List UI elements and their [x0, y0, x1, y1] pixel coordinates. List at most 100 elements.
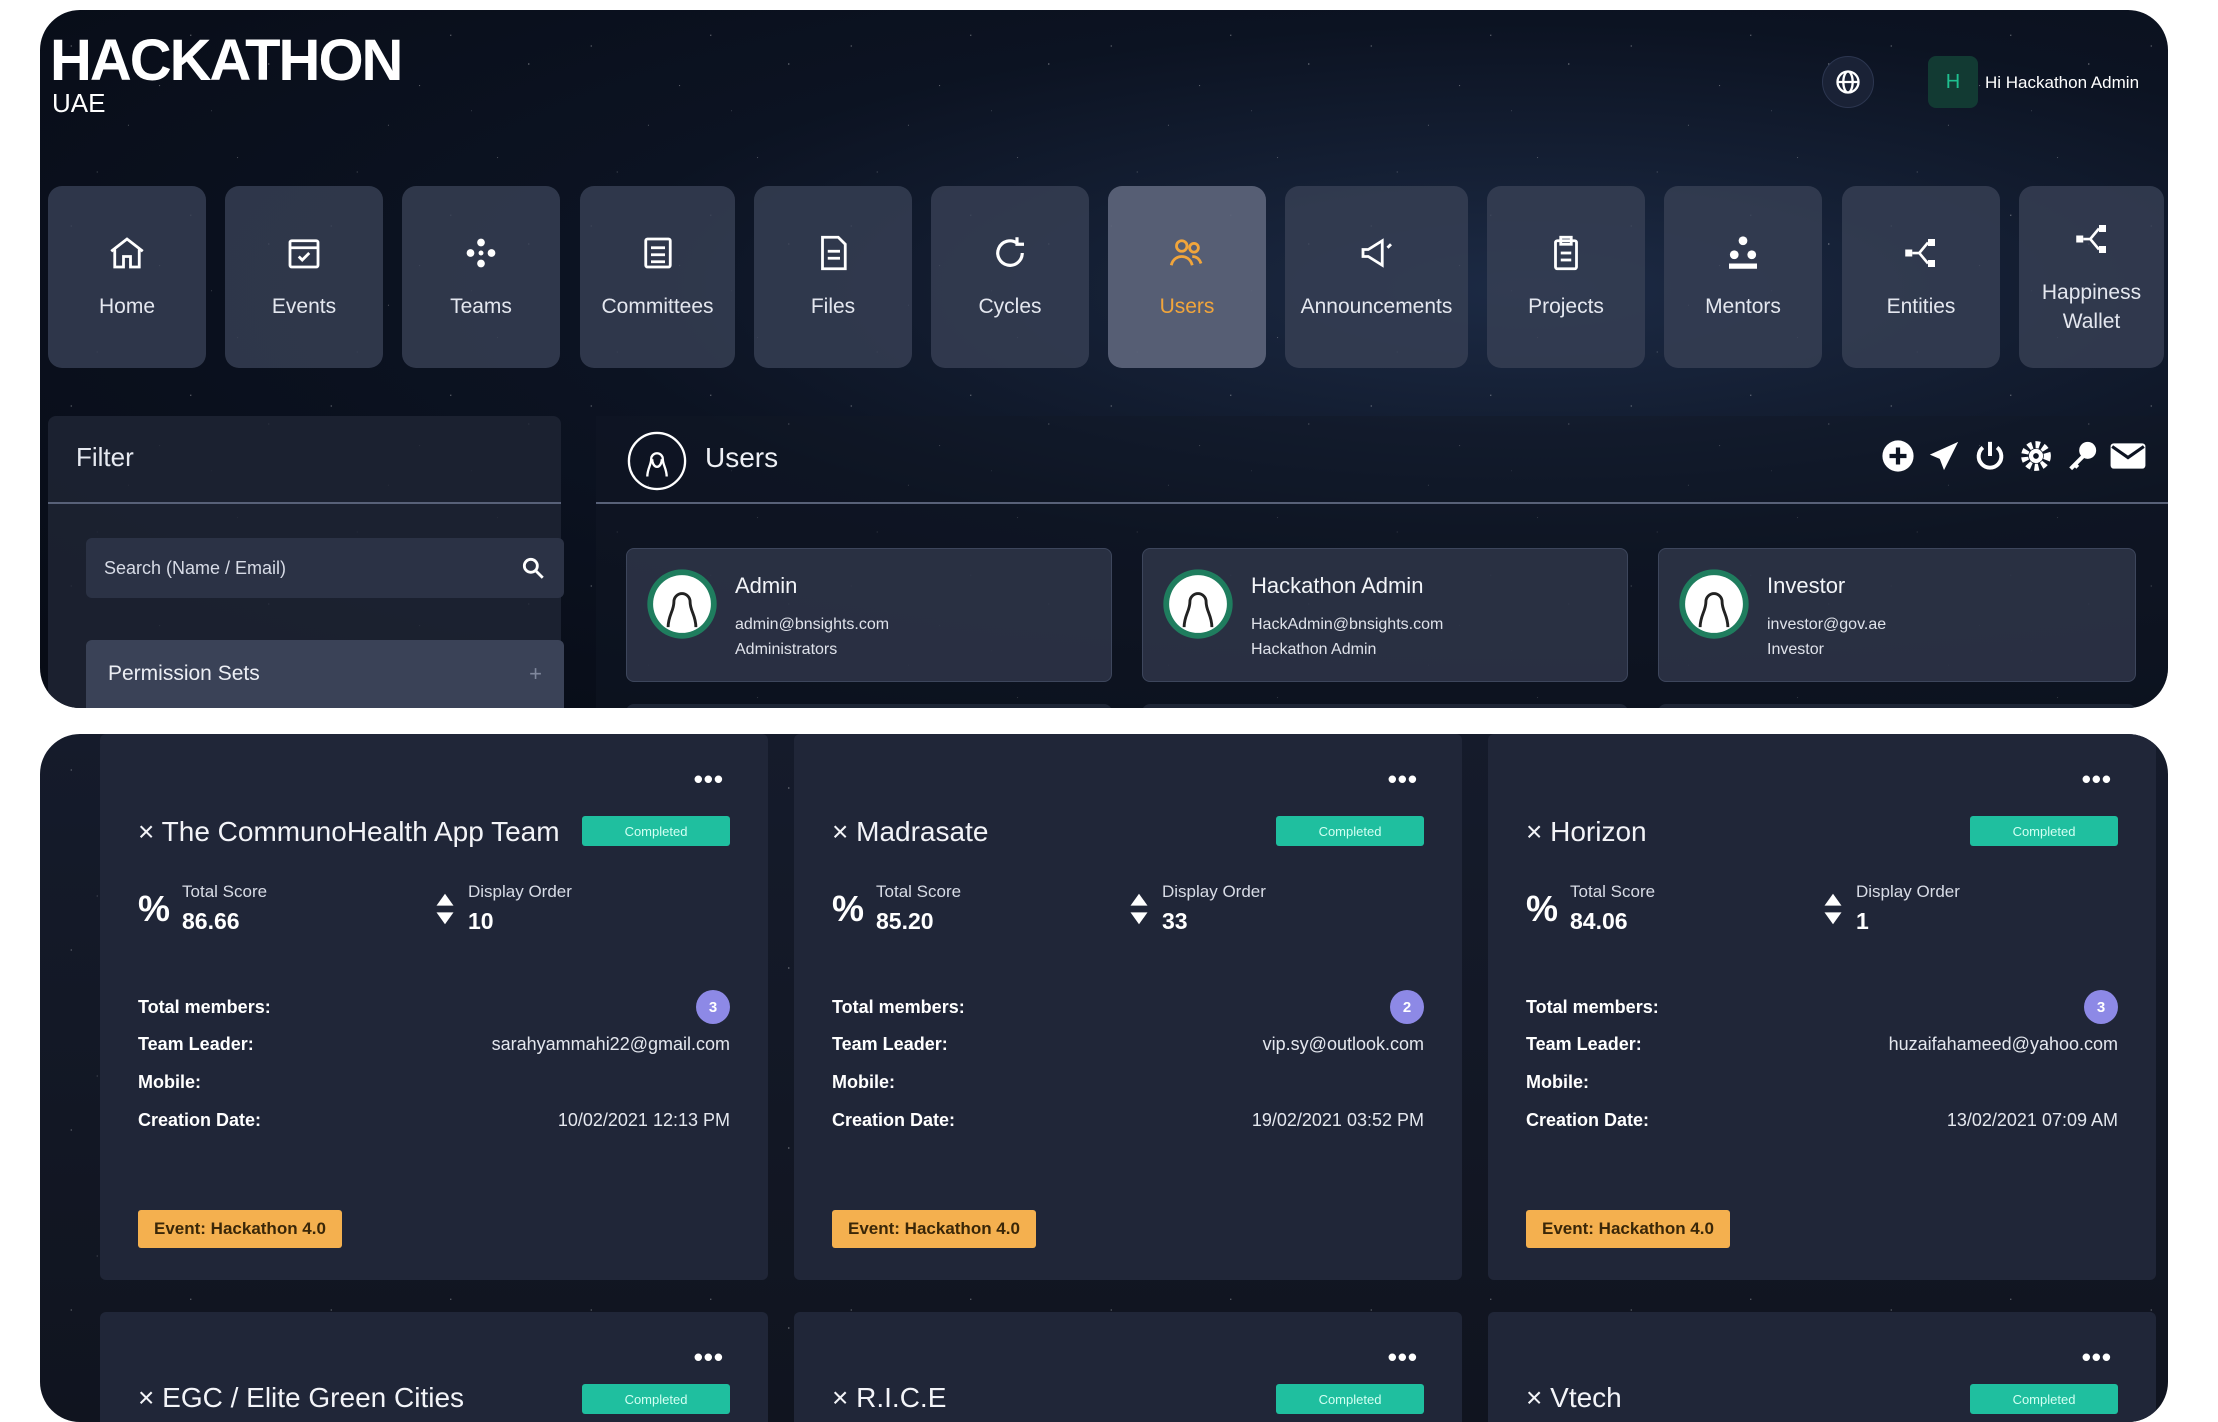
- user-greeting[interactable]: Hi Hackathon Admin: [1985, 73, 2165, 93]
- user-avatar-icon: [1679, 569, 1749, 639]
- nav-label: Entities: [1886, 295, 1956, 319]
- language-globe-button[interactable]: [1822, 56, 1874, 108]
- expand-plus-icon[interactable]: +: [529, 661, 542, 687]
- user-email: investor@gov.ae: [1767, 616, 1887, 633]
- clipboard-icon: [1554, 236, 1578, 271]
- status-badge: Completed: [1276, 816, 1424, 846]
- permission-sets-accordion[interactable]: Permission Sets +: [86, 640, 564, 708]
- team-name: × R.I.C.E: [832, 1382, 947, 1413]
- team-card: ••• × Vtech Completed: [1488, 1312, 2156, 1422]
- top-screenshot-panel: HACKATHON UAE H Hi Hackathon Admin Home …: [40, 10, 2168, 708]
- user-card-partial: [626, 704, 1112, 708]
- nav-teams[interactable]: Teams: [402, 186, 560, 368]
- users-icon: [1169, 239, 1203, 266]
- nav-entities[interactable]: Entities: [1842, 186, 2000, 368]
- total-members-row: Total members: 2: [832, 990, 1424, 1024]
- more-options-button[interactable]: •••: [1388, 764, 1418, 795]
- event-badge[interactable]: Event: Hackathon 4.0: [1526, 1210, 1730, 1248]
- filter-divider: [48, 502, 561, 504]
- total-score: % Total Score 84.06: [1526, 882, 1656, 934]
- hackathon-logo[interactable]: HACKATHON: [50, 32, 403, 90]
- mobile-row: Mobile:: [138, 1072, 201, 1092]
- status-badge: Completed: [1276, 1384, 1424, 1414]
- percent-icon: %: [138, 887, 171, 929]
- close-icon[interactable]: ×: [138, 1382, 154, 1413]
- nav-files[interactable]: Files: [754, 186, 912, 368]
- user-card[interactable]: Admin admin@bnsights.com Administrators: [626, 548, 1112, 682]
- more-options-button[interactable]: •••: [2082, 764, 2112, 795]
- total-score-value: 84.06: [1570, 908, 1628, 934]
- close-icon[interactable]: ×: [1526, 1382, 1542, 1413]
- user-name: Investor: [1767, 573, 1846, 598]
- percent-icon: %: [832, 887, 865, 929]
- envelope-icon[interactable]: [2108, 436, 2148, 476]
- team-name: × Vtech: [1526, 1382, 1622, 1413]
- display-order: Display Order 33: [1128, 882, 1266, 935]
- creation-date: 19/02/2021 03:52 PM: [1251, 1110, 1424, 1130]
- users-divider: [596, 502, 2168, 504]
- team-name: × The CommunoHealth App Team: [138, 816, 560, 847]
- nav-label: Teams: [450, 295, 512, 319]
- user-card-partial: [1142, 704, 1628, 708]
- members-count-badge: 3: [2084, 990, 2118, 1024]
- mobile-row: Mobile:: [1526, 1072, 1589, 1092]
- user-card[interactable]: Hackathon Admin HackAdmin@bnsights.com H…: [1142, 548, 1628, 682]
- nav-cycles[interactable]: Cycles: [931, 186, 1089, 368]
- plus-circle-icon[interactable]: [1878, 436, 1918, 476]
- key-icon[interactable]: [2062, 436, 2102, 476]
- paper-plane-icon[interactable]: [1924, 436, 1964, 476]
- nav-mentors[interactable]: Mentors: [1664, 186, 1822, 368]
- nav-label: Announcements: [1300, 295, 1453, 319]
- bottom-screenshot-panel: ••• × The CommunoHealth App Team Complet…: [40, 734, 2168, 1422]
- team-card: ••• × The CommunoHealth App Team Complet…: [100, 734, 768, 1280]
- nav-home[interactable]: Home: [48, 186, 206, 368]
- user-email: HackAdmin@bnsights.com: [1251, 616, 1444, 633]
- total-score-value: 85.20: [876, 908, 934, 934]
- nav-label: Home: [98, 295, 156, 319]
- user-avatar-icon: [1163, 569, 1233, 639]
- team-card: ••• × EGC / Elite Green Cities Completed: [100, 1312, 768, 1422]
- more-options-button[interactable]: •••: [1388, 1342, 1418, 1373]
- display-order: Display Order 10: [434, 882, 572, 935]
- close-icon[interactable]: ×: [832, 816, 848, 847]
- nav-label: Committees: [601, 295, 714, 319]
- search-input[interactable]: [104, 557, 484, 579]
- power-icon[interactable]: [1970, 436, 2010, 476]
- nav-announcements[interactable]: Announcements: [1285, 186, 1468, 368]
- more-options-button[interactable]: •••: [2082, 1342, 2112, 1373]
- event-badge[interactable]: Event: Hackathon 4.0: [138, 1210, 342, 1248]
- percent-icon: %: [1526, 887, 1559, 929]
- display-order-value: 33: [1162, 908, 1188, 934]
- nav-users[interactable]: Users: [1108, 186, 1266, 368]
- total-score: % Total Score 86.66: [138, 882, 268, 934]
- home-icon: [110, 237, 144, 269]
- teams-icon: [466, 238, 496, 268]
- globe-icon: [1836, 70, 1860, 94]
- search-box: [86, 538, 564, 598]
- search-icon[interactable]: [520, 555, 546, 581]
- gear-icon[interactable]: [2016, 436, 2056, 476]
- user-card[interactable]: Investor investor@gov.ae Investor: [1658, 548, 2136, 682]
- creation-date-row: Creation Date: 10/02/2021 12:13 PM: [138, 1110, 730, 1130]
- user-avatar[interactable]: H: [1928, 56, 1978, 108]
- nav-events[interactable]: Events: [225, 186, 383, 368]
- users-title: Users: [705, 442, 779, 473]
- team-card: ••• × Horizon Completed % Total Score 84.…: [1488, 734, 2156, 1280]
- nav-happiness-wallet[interactable]: Happiness Wallet: [2019, 186, 2164, 368]
- members-count-badge: 3: [696, 990, 730, 1024]
- more-options-button[interactable]: •••: [694, 764, 724, 795]
- close-icon[interactable]: ×: [1526, 816, 1542, 847]
- cycle-icon: [996, 237, 1024, 268]
- user-role: Hackathon Admin: [1251, 641, 1377, 658]
- share-icon: [1905, 239, 1935, 268]
- user-outline-icon: [627, 431, 687, 491]
- nav-projects[interactable]: Projects: [1487, 186, 1645, 368]
- close-icon[interactable]: ×: [832, 1382, 848, 1413]
- user-role: Investor: [1767, 641, 1824, 658]
- more-options-button[interactable]: •••: [694, 1342, 724, 1373]
- team-card: ••• × Madrasate Completed % Total Score 8…: [794, 734, 1462, 1280]
- close-icon[interactable]: ×: [138, 816, 154, 847]
- event-badge[interactable]: Event: Hackathon 4.0: [832, 1210, 1036, 1248]
- nav-committees[interactable]: Committees: [580, 186, 735, 368]
- nav-label: Events: [271, 295, 337, 319]
